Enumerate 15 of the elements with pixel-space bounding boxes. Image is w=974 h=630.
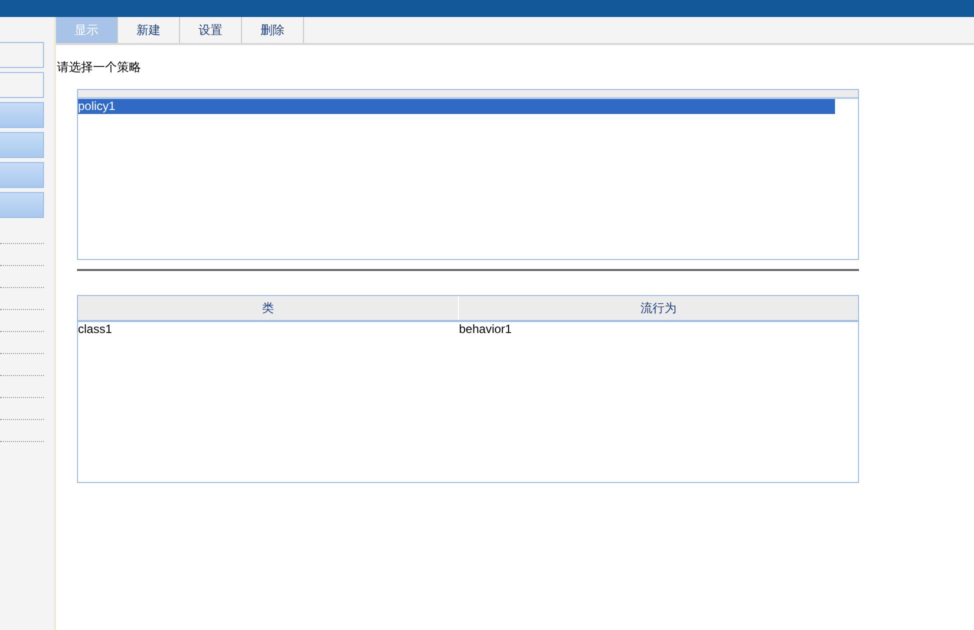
sidebar-button[interactable] <box>0 42 44 68</box>
sidebar-button[interactable] <box>0 162 44 188</box>
tab[interactable]: 设置 <box>180 17 242 43</box>
tab[interactable]: 删除 <box>242 17 304 43</box>
column-header[interactable]: 流行为 <box>459 296 858 320</box>
sidebar-button[interactable] <box>0 72 44 98</box>
list-item[interactable]: policy1 <box>78 99 835 114</box>
sidebar-button[interactable] <box>0 192 44 218</box>
table-cell: behavior1 <box>459 322 512 337</box>
table-cell-text: class1 <box>78 322 114 337</box>
prompt-text: 请选择一个策略 <box>57 59 142 75</box>
tab[interactable]: 新建 <box>118 17 180 43</box>
column-header[interactable]: 类 <box>78 296 459 320</box>
sidebar-button[interactable] <box>0 132 44 158</box>
sidebar-button[interactable] <box>0 102 44 128</box>
